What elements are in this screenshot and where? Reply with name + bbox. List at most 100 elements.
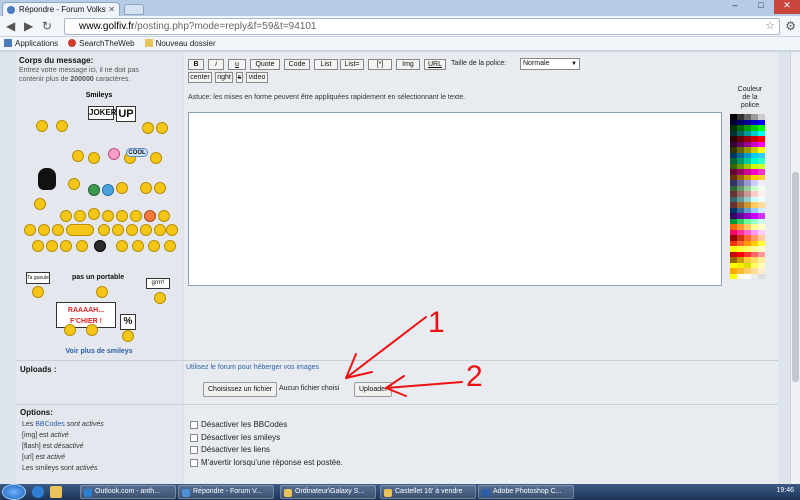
list-ordered-button[interactable]: List= (340, 59, 364, 70)
smiley-icon[interactable] (60, 210, 72, 222)
smiley-icon[interactable] (72, 150, 84, 162)
smiley-icon[interactable] (150, 152, 162, 164)
uploads-hint-link[interactable]: Utilisez le forum pour héberger vos imag… (186, 364, 319, 371)
smiley-icon[interactable] (116, 182, 128, 194)
bold-button[interactable]: B (188, 59, 204, 70)
font-size-select[interactable]: Normale ▼ (520, 58, 580, 70)
list-item-button[interactable]: [*] (368, 59, 392, 70)
smiley-icon[interactable] (88, 152, 100, 164)
underline-button[interactable]: u (228, 59, 246, 70)
smiley-icon[interactable] (132, 240, 144, 252)
center-button[interactable]: center (188, 72, 212, 83)
option-checkbox[interactable] (190, 458, 198, 467)
smiley-percent-sign[interactable]: % (120, 314, 136, 330)
smiley-icon[interactable] (74, 210, 86, 222)
smiley-icon[interactable] (164, 240, 176, 252)
minimize-icon[interactable]: – (722, 0, 748, 14)
smiley-icon[interactable] (116, 240, 128, 252)
smiley-icon[interactable] (88, 208, 100, 220)
smiley-cool-badge[interactable]: COOL (126, 148, 148, 157)
smiley-blue-icon[interactable] (102, 184, 114, 196)
smiley-love-icon[interactable] (108, 148, 120, 160)
smiley-icon[interactable] (60, 240, 72, 252)
smiley-icon[interactable] (98, 224, 110, 236)
tab-active[interactable]: Répondre - Forum Volksw ✕ (2, 2, 120, 16)
bbcode-link[interactable]: BBCodes (35, 421, 65, 428)
taskbar-window-button[interactable]: Castellet 16' à vendre (380, 485, 476, 499)
smiley-icon[interactable] (156, 122, 168, 134)
smiley-dark-icon[interactable] (94, 240, 106, 252)
back-icon[interactable]: ◀ (6, 19, 15, 33)
start-button[interactable] (2, 484, 26, 500)
smiley-icon[interactable] (142, 122, 154, 134)
close-tab-icon[interactable]: ✕ (108, 5, 115, 14)
smiley-icon[interactable] (102, 210, 114, 222)
close-window-icon[interactable]: ✕ (774, 0, 800, 14)
smiley-icon[interactable] (122, 330, 134, 342)
smiley-icon[interactable] (130, 210, 142, 222)
italic-button[interactable]: i (208, 59, 224, 70)
explorer-icon[interactable] (50, 486, 62, 498)
smiley-green-icon[interactable] (88, 184, 100, 196)
smiley-icon[interactable] (126, 224, 138, 236)
color-swatch[interactable] (737, 273, 744, 279)
penguin-smiley-icon[interactable] (38, 168, 56, 190)
smiley-angry-icon[interactable] (144, 210, 156, 222)
smiley-icon[interactable] (86, 324, 98, 336)
smiley-icon[interactable] (68, 178, 80, 190)
smiley-grr-sign[interactable]: grrrr! (146, 278, 170, 289)
code-button[interactable]: Code (284, 59, 310, 70)
choose-file-button[interactable]: Choisissez un fichier (203, 382, 278, 397)
smiley-icon[interactable] (154, 182, 166, 194)
smiley-icon[interactable] (36, 120, 48, 132)
smiley-portable-text[interactable]: pas un portable (72, 274, 124, 281)
smiley-icon[interactable] (158, 210, 170, 222)
smiley-icon[interactable] (32, 240, 44, 252)
smiley-raaah-sign[interactable]: RAAAAH... F'CHIER ! (56, 302, 116, 328)
url-button[interactable]: URL (424, 59, 446, 70)
color-swatch[interactable] (751, 273, 758, 279)
maximize-icon[interactable]: □ (748, 0, 774, 14)
bookmark-applications[interactable]: Applications (4, 39, 58, 48)
reload-icon[interactable]: ↻ (42, 19, 52, 33)
smiley-icon[interactable] (140, 182, 152, 194)
smiley-icon[interactable] (154, 292, 166, 304)
right-button[interactable]: right (215, 72, 233, 83)
color-swatch[interactable] (730, 273, 737, 279)
video-button[interactable]: video (246, 72, 268, 83)
scrollbar-thumb[interactable] (792, 172, 799, 382)
smiley-icon[interactable] (116, 210, 128, 222)
smiley-wide-icon[interactable] (66, 224, 94, 236)
taskbar-window-button[interactable]: Outlook.com - anth... (80, 485, 176, 499)
smiley-icon[interactable] (96, 286, 108, 298)
smiley-icon[interactable] (148, 240, 160, 252)
upload-button[interactable]: Uploader (354, 382, 393, 397)
ie-icon[interactable] (32, 486, 44, 498)
smiley-icon[interactable] (112, 224, 124, 236)
more-smileys-link[interactable]: Voir plus de smileys (16, 348, 182, 355)
quote-button[interactable]: Quote (250, 59, 280, 70)
smiley-icon[interactable] (166, 224, 178, 236)
smiley-icon[interactable] (38, 224, 50, 236)
smiley-icon[interactable] (32, 286, 44, 298)
option-checkbox[interactable] (190, 433, 198, 442)
bookmark-star-icon[interactable]: ☆ (765, 19, 775, 34)
forward-icon[interactable]: ▶ (24, 19, 33, 33)
smiley-icon[interactable] (24, 224, 36, 236)
smiley-icon[interactable] (140, 224, 152, 236)
smiley-icon[interactable] (64, 324, 76, 336)
wrench-menu-icon[interactable]: ⚙ (785, 19, 796, 33)
img-button[interactable]: Img (396, 59, 420, 70)
smiley-icon[interactable] (76, 240, 88, 252)
smiley-icon[interactable] (154, 224, 166, 236)
smiley-joker-sign[interactable]: JOKER (88, 106, 117, 120)
smiley-icon[interactable] (56, 120, 68, 132)
new-tab-button[interactable] (124, 4, 144, 15)
smiley-up-sign[interactable]: UP (116, 106, 136, 122)
taskbar-window-button[interactable]: Ordinateur\Galaxy S... (280, 485, 376, 499)
smiley-icon[interactable] (34, 198, 46, 210)
message-textarea[interactable] (188, 112, 722, 286)
smiley-tg-sign[interactable]: Ta gueule (26, 272, 50, 284)
bookmark-searchtheweb[interactable]: SearchTheWeb (68, 39, 135, 48)
taskbar-window-button[interactable]: Répondre - Forum V... (178, 485, 274, 499)
